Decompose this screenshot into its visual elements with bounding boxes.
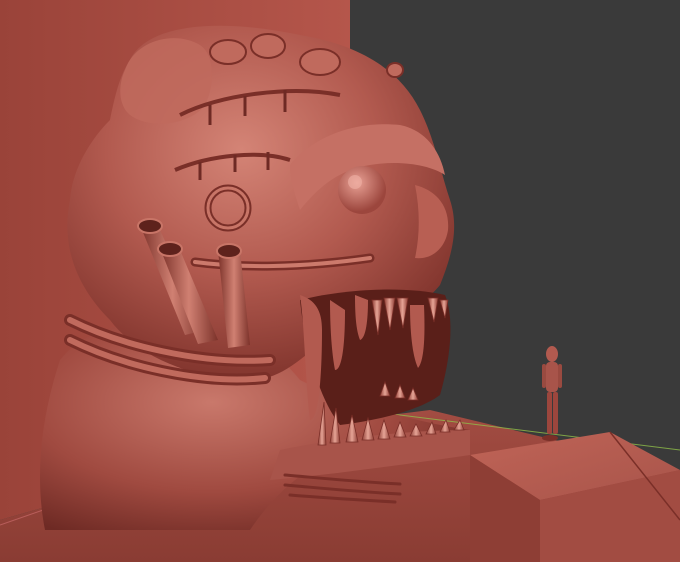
eye-highlight [348, 175, 362, 189]
eye-ball [338, 166, 386, 214]
scene-render [0, 0, 680, 562]
3d-viewport[interactable] [0, 0, 680, 562]
